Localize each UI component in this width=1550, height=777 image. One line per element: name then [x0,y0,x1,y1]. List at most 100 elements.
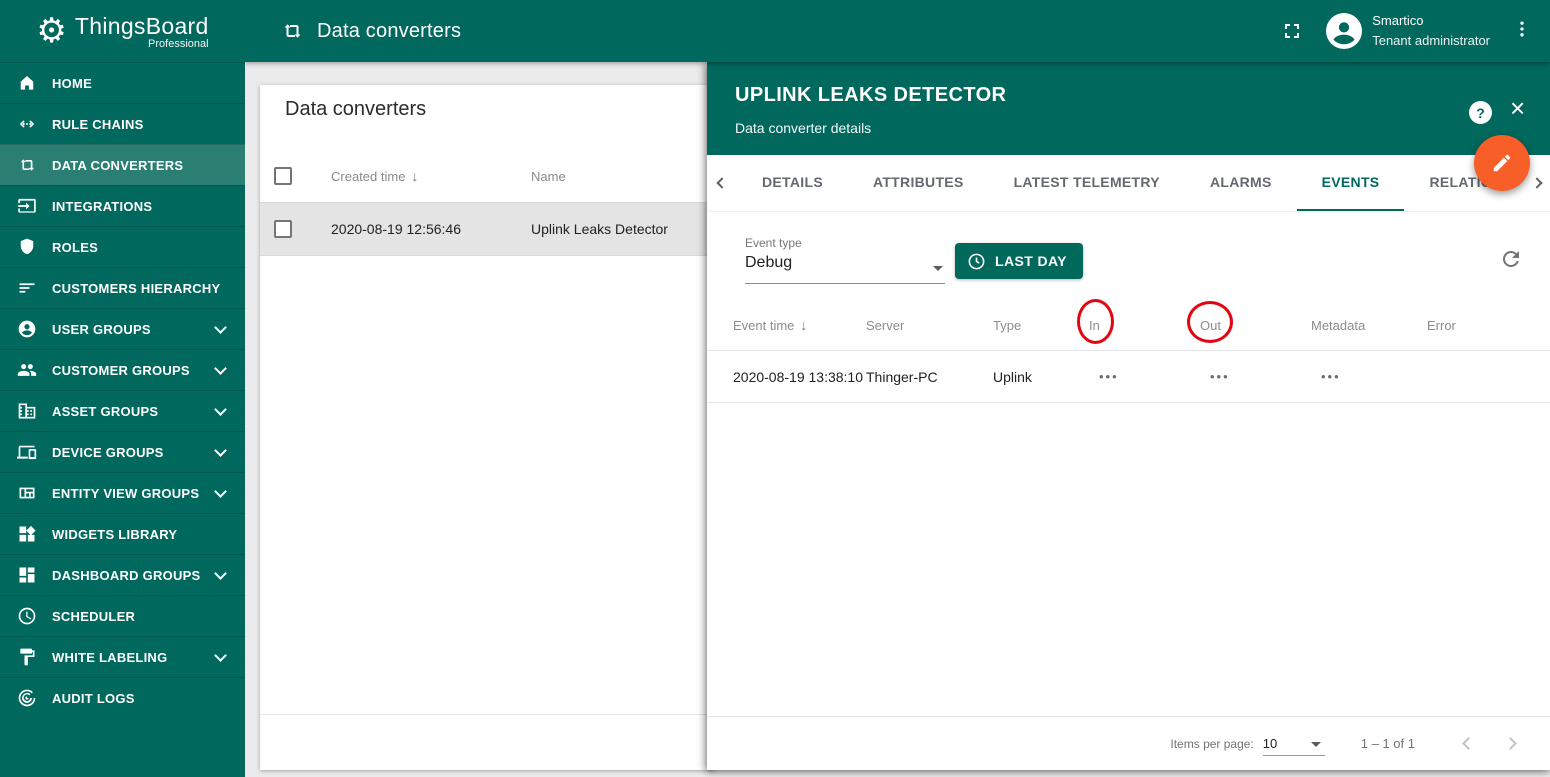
sidebar-item-widgets-library[interactable]: WIDGETS LIBRARY [0,513,245,554]
sidebar-item-roles[interactable]: ROLES [0,226,245,267]
column-header-event-time[interactable]: Event time ↓ [733,317,866,333]
tab-latest-telemetry[interactable]: LATEST TELEMETRY [989,155,1185,211]
sidebar-item-device-groups[interactable]: DEVICE GROUPS [0,431,245,472]
sidebar-item-customers-hierarchy[interactable]: CUSTOMERS HIERARCHY [0,267,245,308]
tab-label: ALARMS [1209,174,1272,190]
sidebar-item-label: WIDGETS LIBRARY [52,526,178,542]
tab-events[interactable]: EVENTS [1296,155,1405,211]
cell-event-time: 2020-08-19 13:38:10 [733,368,863,385]
widgets-library-icon [17,524,37,544]
sidebar-item-rule-chains[interactable]: RULE CHAINS [0,103,245,144]
avatar[interactable] [1326,13,1363,49]
column-header-name[interactable]: Name [531,169,566,184]
events-paginator: Items per page: 10 1 – 1 of 1 [707,716,1550,770]
sidebar-item-label: ENTITY VIEW GROUPS [52,485,200,501]
sidebar-item-label: AUDIT LOGS [52,690,135,706]
data-converters-icon [17,155,37,175]
paginator-range-label: 1 – 1 of 1 [1360,736,1415,751]
column-label: Type [993,317,1022,333]
sidebar-item-white-labeling[interactable]: WHITE LABELING [0,636,245,677]
data-converters-card: Data converters Created time ↓ Name 2020… [260,85,715,770]
sort-desc-icon: ↓ [800,317,808,333]
scheduler-icon [17,606,37,626]
cell-name: Uplink Leaks Detector [531,221,668,237]
sidebar-item-data-converters[interactable]: DATA CONVERTERS [0,144,245,185]
dashboard-groups-icon [17,565,37,585]
events-table-header: Event time ↓ Server Type In Out Metadata… [707,300,1550,351]
items-per-page-select[interactable]: 10 [1262,732,1325,756]
column-header-created-time[interactable]: Created time ↓ [331,168,531,184]
tab-details[interactable]: DETAILS [737,155,848,211]
edit-button[interactable] [1474,135,1530,191]
column-header-type: Type [993,318,1089,333]
row-checkbox[interactable] [274,220,292,238]
integrations-icon [17,196,37,216]
cell-out-content-button[interactable]: ••• [1200,369,1311,384]
sidebar-item-audit-logs[interactable]: AUDIT LOGS [0,677,245,718]
tab-label: LATEST TELEMETRY [1013,174,1160,190]
items-per-page-label: Items per page: [1170,736,1254,751]
cell-type: Uplink [993,368,1032,385]
more-vertical-icon[interactable] [1512,18,1532,45]
chevron-right-icon [1503,737,1517,750]
details-subtitle: Data converter details [735,120,872,136]
sidebar-item-label: ROLES [52,239,99,255]
table-row[interactable]: 2020-08-19 12:56:46 Uplink Leaks Detecto… [260,202,715,256]
time-window-button[interactable]: LAST DAY [955,243,1083,279]
card-title: Data converters [285,98,427,120]
top-toolbar: Data converters Smartico Tenant administ… [245,0,1550,62]
sidebar-item-label: DASHBOARD GROUPS [52,567,201,583]
event-type-label: Event type [745,236,802,250]
refresh-icon[interactable] [1499,247,1523,271]
fullscreen-icon[interactable] [1280,19,1304,43]
sidebar-item-label: ASSET GROUPS [52,403,159,419]
dropdown-arrow-icon [1310,741,1321,747]
chevron-left-icon [716,177,728,189]
chevron-right-icon [1531,177,1543,189]
divider [260,714,715,715]
event-row: 2020-08-19 13:38:10 Thinger-PC Uplink ••… [707,351,1550,403]
sidebar-item-integrations[interactable]: INTEGRATIONS [0,185,245,226]
sidebar-nav: HOME RULE CHAINS DATA CONVERTERS INTEGRA… [0,62,245,718]
cell-in-content-button[interactable]: ••• [1089,369,1200,384]
sidebar-item-label: SCHEDULER [52,608,136,624]
cell-created-time: 2020-08-19 12:56:46 [331,221,461,237]
brand-logo[interactable]: ⚙ ThingsBoard Professional [0,0,245,62]
chevron-down-icon [214,443,227,457]
roles-icon [17,237,37,257]
next-page-button[interactable] [1495,729,1525,759]
details-tabbar: DETAILS ATTRIBUTES LATEST TELEMETRY ALAR… [707,155,1550,212]
tab-attributes[interactable]: ATTRIBUTES [848,155,989,211]
sidebar-item-asset-groups[interactable]: ASSET GROUPS [0,390,245,431]
sidebar-item-entity-view-groups[interactable]: ENTITY VIEW GROUPS [0,472,245,513]
sidebar-item-label: USER GROUPS [52,321,151,337]
sidebar-item-user-groups[interactable]: USER GROUPS [0,308,245,349]
asset-groups-icon [17,401,37,421]
chevron-down-icon [214,648,227,662]
red-circle-annotation-in [1077,299,1114,344]
sidebar-item-label: DEVICE GROUPS [52,444,164,460]
column-header-metadata: Metadata [1311,318,1427,333]
tabs-scroll-left-button[interactable] [707,155,737,211]
select-all-checkbox[interactable] [274,167,292,185]
sidebar-item-customer-groups[interactable]: CUSTOMER GROUPS [0,349,245,390]
previous-page-button[interactable] [1453,729,1483,759]
sidebar-item-scheduler[interactable]: SCHEDULER [0,595,245,636]
tab-alarms[interactable]: ALARMS [1185,155,1297,211]
data-converter-details-panel: UPLINK LEAKS DETECTOR Data converter det… [707,62,1550,770]
customers-hierarchy-icon [17,278,37,298]
close-icon[interactable]: × [1510,95,1525,121]
help-icon[interactable]: ? [1469,101,1492,124]
details-title: UPLINK LEAKS DETECTOR [735,84,1007,106]
user-menu[interactable]: Smartico Tenant administrator [1372,11,1490,51]
column-header-error: Error [1427,318,1550,333]
sidebar-item-home[interactable]: HOME [0,62,245,103]
cell-server: Thinger-PC [866,368,938,385]
event-type-value: Debug [745,254,793,271]
sidebar-item-dashboard-groups[interactable]: DASHBOARD GROUPS [0,554,245,595]
cell-metadata-content-button[interactable]: ••• [1311,369,1427,384]
sidebar-item-label: CUSTOMERS HIERARCHY [52,280,221,296]
device-groups-icon [17,442,37,462]
items-per-page-value: 10 [1262,735,1278,751]
event-type-select[interactable]: Debug [745,254,945,284]
